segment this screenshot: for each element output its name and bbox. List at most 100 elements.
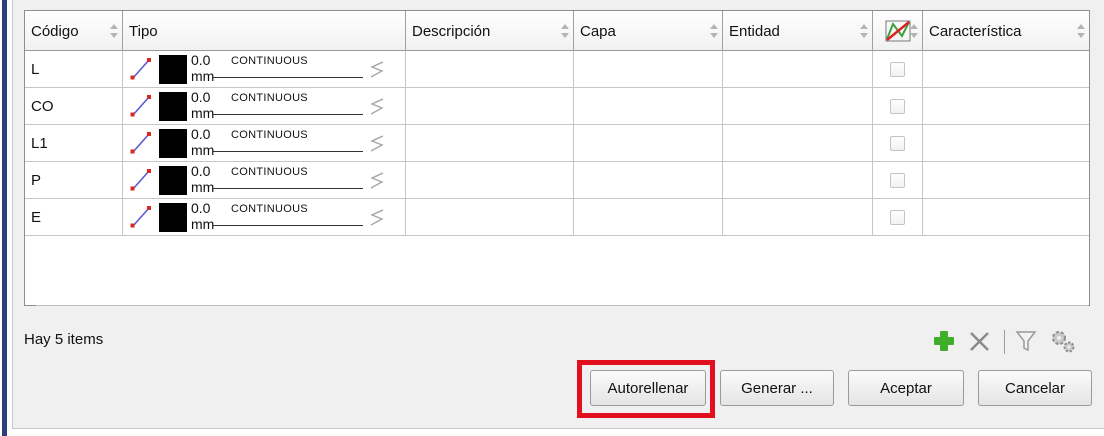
linetype-name: CONTINUOUS	[231, 166, 308, 178]
cell-capa[interactable]	[574, 51, 723, 88]
linetype-name: CONTINUOUS	[231, 92, 308, 104]
color-swatch[interactable]	[159, 55, 187, 84]
cell-entidad[interactable]	[723, 199, 873, 236]
window-edge	[0, 0, 12, 436]
thickness-value: 0.0	[191, 200, 211, 216]
thickness-unit: mm	[191, 179, 215, 195]
thickness-unit: mm	[191, 68, 215, 84]
thickness-value: 0.0	[191, 126, 211, 142]
cell-tipo[interactable]: 0.0 mm CONTINUOUS	[123, 162, 406, 199]
cell-descripcion[interactable]	[406, 88, 574, 125]
table-row[interactable]: E 0.0 mm CONTINUOUS	[25, 199, 1089, 236]
cell-descripcion[interactable]	[406, 162, 574, 199]
cell-descripcion[interactable]	[406, 125, 574, 162]
cell-visibility	[873, 88, 923, 125]
table-header: Código Tipo Descripción Capa Entidad Car…	[25, 11, 1089, 51]
cell-tipo[interactable]: 0.0 mm CONTINUOUS	[123, 88, 406, 125]
color-swatch[interactable]	[159, 92, 187, 121]
cell-tipo[interactable]: 0.0 mm CONTINUOUS	[123, 51, 406, 88]
linetype-name: CONTINUOUS	[231, 203, 308, 215]
cell-entidad[interactable]	[723, 51, 873, 88]
cell-entidad[interactable]	[723, 88, 873, 125]
row-checkbox[interactable]	[890, 210, 905, 225]
linetype-name: CONTINUOUS	[231, 129, 308, 141]
column-header-label: Característica	[929, 22, 1022, 40]
cell-caracteristica[interactable]	[923, 88, 1089, 125]
table-row[interactable]: P 0.0 mm CONTINUOUS	[25, 162, 1089, 199]
settings-icon[interactable]	[1050, 328, 1075, 354]
column-header-codigo[interactable]: Código	[25, 11, 123, 51]
cell-visibility	[873, 125, 923, 162]
polyline-icon	[130, 206, 151, 228]
row-checkbox[interactable]	[890, 99, 905, 114]
squiggle-icon[interactable]	[369, 133, 385, 155]
window-edge-bar	[2, 0, 7, 436]
row-checkbox[interactable]	[890, 62, 905, 77]
panel-bottom-edge	[12, 428, 1104, 436]
thickness-unit: mm	[191, 105, 215, 121]
table-row[interactable]: CO 0.0 mm CONTINUOUS	[25, 88, 1089, 125]
linetype-preview	[213, 151, 363, 152]
thickness-value: 0.0	[191, 52, 211, 68]
cell-entidad[interactable]	[723, 162, 873, 199]
cell-codigo[interactable]: E	[25, 199, 123, 236]
squiggle-icon[interactable]	[369, 170, 385, 192]
cell-codigo[interactable]: CO	[25, 88, 123, 125]
accept-button[interactable]: Aceptar	[848, 370, 964, 406]
color-swatch[interactable]	[159, 166, 187, 195]
generate-button[interactable]: Generar ...	[720, 370, 834, 406]
sort-arrows-icon	[561, 24, 569, 38]
thickness-value: 0.0	[191, 89, 211, 105]
color-swatch[interactable]	[159, 129, 187, 158]
table-row[interactable]: L1 0.0 mm CONTINUOUS	[25, 125, 1089, 162]
column-header-capa[interactable]: Capa	[574, 11, 723, 51]
cell-capa[interactable]	[574, 162, 723, 199]
column-header-label: Tipo	[129, 22, 158, 40]
color-swatch[interactable]	[159, 203, 187, 232]
cell-caracteristica[interactable]	[923, 125, 1089, 162]
column-header-label: Código	[31, 22, 79, 40]
column-header-entidad[interactable]: Entidad	[723, 11, 873, 51]
squiggle-icon[interactable]	[369, 96, 385, 118]
sort-arrows-icon	[910, 24, 918, 38]
cell-caracteristica[interactable]	[923, 51, 1089, 88]
column-header-tipo[interactable]: Tipo	[123, 11, 406, 51]
column-header-label: Capa	[580, 22, 616, 40]
column-header-visibility[interactable]	[873, 11, 923, 51]
linetype-name: CONTINUOUS	[231, 55, 308, 67]
column-header-caracteristica[interactable]: Característica	[923, 11, 1089, 51]
codigo-text: L1	[31, 135, 48, 152]
cell-visibility	[873, 199, 923, 236]
add-icon[interactable]	[932, 328, 956, 354]
cell-tipo[interactable]: 0.0 mm CONTINUOUS	[123, 199, 406, 236]
codes-table: Código Tipo Descripción Capa Entidad Car…	[24, 10, 1090, 306]
squiggle-icon[interactable]	[369, 207, 385, 229]
table-row[interactable]: L 0.0 mm CONTINUOUS	[25, 51, 1089, 88]
row-checkbox[interactable]	[890, 136, 905, 151]
cell-descripcion[interactable]	[406, 51, 574, 88]
cancel-button[interactable]: Cancelar	[978, 370, 1092, 406]
codigo-text: L	[31, 61, 40, 78]
cell-codigo[interactable]: L1	[25, 125, 123, 162]
cell-caracteristica[interactable]	[923, 199, 1089, 236]
polyline-icon	[130, 58, 151, 80]
codigo-text: CO	[31, 98, 54, 115]
cell-descripcion[interactable]	[406, 199, 574, 236]
cell-codigo[interactable]: L	[25, 51, 123, 88]
squiggle-icon[interactable]	[369, 59, 385, 81]
codigo-text: E	[31, 209, 42, 226]
cell-visibility	[873, 162, 923, 199]
cell-entidad[interactable]	[723, 125, 873, 162]
cell-tipo[interactable]: 0.0 mm CONTINUOUS	[123, 125, 406, 162]
cell-capa[interactable]	[574, 88, 723, 125]
cell-capa[interactable]	[574, 125, 723, 162]
polyline-icon	[130, 95, 151, 117]
cell-caracteristica[interactable]	[923, 162, 1089, 199]
cell-codigo[interactable]: P	[25, 162, 123, 199]
cell-capa[interactable]	[574, 199, 723, 236]
delete-icon[interactable]	[968, 328, 992, 354]
column-header-descripcion[interactable]: Descripción	[406, 11, 574, 51]
filter-icon[interactable]	[1014, 328, 1038, 354]
row-checkbox[interactable]	[890, 173, 905, 188]
codigo-text: P	[31, 172, 42, 189]
